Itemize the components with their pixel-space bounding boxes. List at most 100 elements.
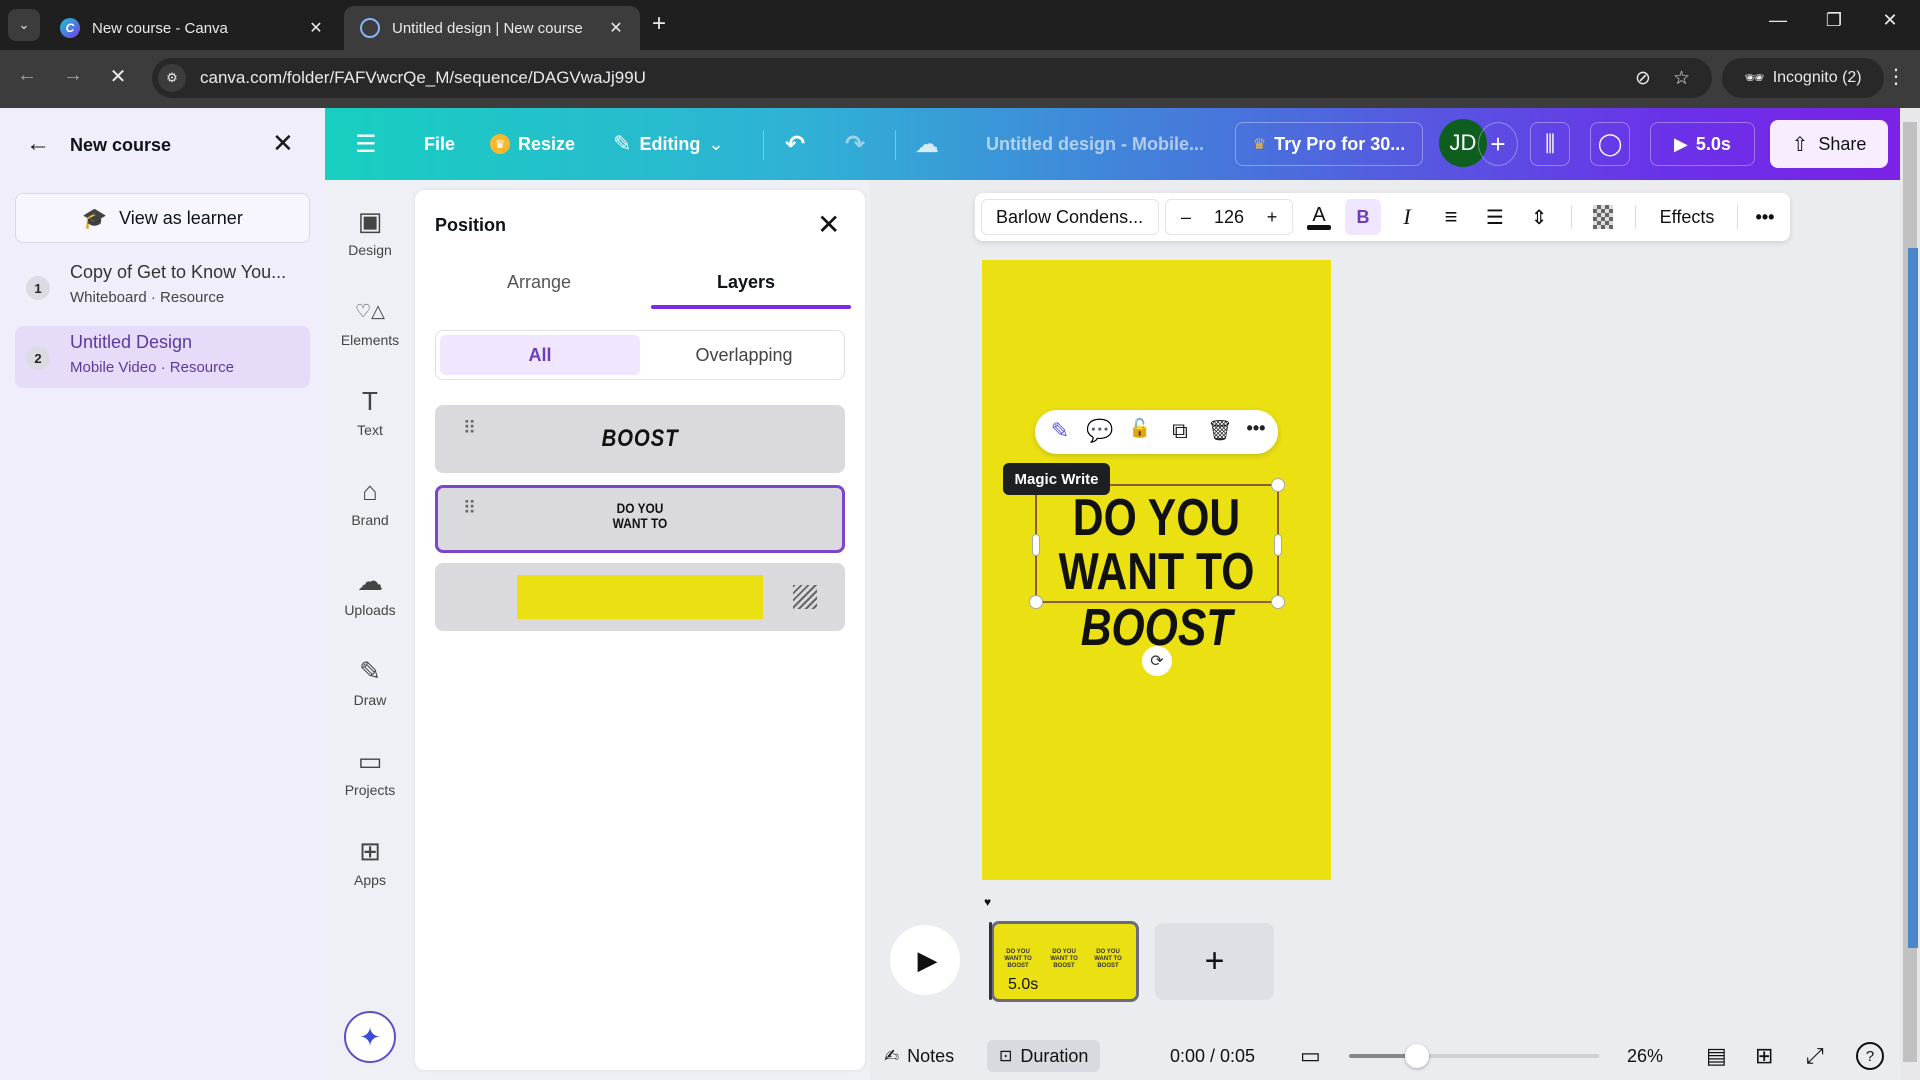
- text-color-button[interactable]: A: [1301, 199, 1337, 235]
- grid-view-icon[interactable]: ⊞: [1755, 1040, 1773, 1072]
- browser-tab-new-course[interactable]: C New course - Canva ✕: [44, 6, 340, 50]
- resize-handle[interactable]: [1271, 478, 1285, 492]
- notes-button[interactable]: ✍ Notes: [884, 1040, 954, 1072]
- font-size-input[interactable]: 126: [1204, 207, 1254, 228]
- browser-tab-untitled-design[interactable]: Untitled design | New course ✕: [344, 6, 640, 50]
- cloud-saved-icon[interactable]: ☁: [915, 122, 939, 166]
- eye-off-icon[interactable]: ⊘: [1635, 67, 1651, 90]
- rail-item-uploads[interactable]: ☁ Uploads: [325, 564, 415, 646]
- try-pro-button[interactable]: ♛ Try Pro for 30...: [1235, 122, 1423, 166]
- layer-item-background[interactable]: [435, 563, 845, 631]
- trash-icon[interactable]: 🗑: [1205, 418, 1235, 443]
- minimize-button[interactable]: —: [1758, 10, 1798, 31]
- rail-item-brand[interactable]: ⌂ Brand: [325, 474, 415, 556]
- bookmark-star-icon[interactable]: ☆: [1673, 67, 1690, 90]
- stop-loading-icon[interactable]: ✕: [103, 64, 133, 89]
- pages-view-icon[interactable]: ▤: [1706, 1040, 1727, 1072]
- increase-size-button[interactable]: +: [1254, 207, 1290, 228]
- resize-handle-side[interactable]: [1274, 534, 1282, 556]
- scrollbar-thumb[interactable]: [1908, 248, 1918, 948]
- rail-item-design[interactable]: ▣ Design: [325, 204, 415, 286]
- duration-button[interactable]: ⊡ Duration: [987, 1040, 1101, 1072]
- zoom-slider-handle[interactable]: [1404, 1044, 1429, 1068]
- filter-all[interactable]: All: [440, 335, 640, 375]
- menu-icon[interactable]: ☰: [355, 122, 377, 166]
- file-menu-button[interactable]: File: [424, 122, 455, 166]
- list-icon[interactable]: ☰: [1477, 199, 1513, 235]
- course-item[interactable]: 1 Copy of Get to Know You... Whiteboard …: [15, 256, 310, 318]
- address-bar[interactable]: ⚙ canva.com/folder/FAFVwcrQe_M/sequence/…: [152, 58, 1712, 98]
- playhead[interactable]: [989, 922, 992, 1000]
- layer-item-boost[interactable]: ⠿ BOOST: [435, 405, 845, 473]
- close-icon[interactable]: ✕: [817, 208, 840, 241]
- restore-button[interactable]: ❐: [1814, 10, 1854, 31]
- close-tab-icon[interactable]: ✕: [604, 18, 628, 38]
- invite-button[interactable]: +: [1478, 122, 1518, 166]
- rotate-handle[interactable]: ⟳: [1142, 646, 1172, 676]
- spacing-icon[interactable]: ⇕: [1521, 199, 1557, 235]
- url-text[interactable]: canva.com/folder/FAFVwcrQe_M/sequence/DA…: [200, 68, 1635, 88]
- zoom-slider[interactable]: [1349, 1044, 1599, 1068]
- view-as-learner-button[interactable]: 🎓 View as learner: [15, 193, 310, 243]
- rail-item-draw[interactable]: ✎ Draw: [325, 654, 415, 736]
- close-icon[interactable]: ✕: [272, 128, 294, 159]
- filter-overlapping[interactable]: Overlapping: [646, 335, 842, 375]
- forward-arrow-icon[interactable]: →: [58, 64, 88, 87]
- chevron-down-icon: ⌄: [708, 133, 724, 154]
- resize-handle-side[interactable]: [1032, 534, 1040, 556]
- resize-handle[interactable]: [1271, 595, 1285, 609]
- help-icon[interactable]: ?: [1856, 1042, 1884, 1070]
- magic-write-icon[interactable]: ✎: [1045, 418, 1075, 444]
- design-title[interactable]: Untitled design - Mobile...: [986, 122, 1204, 166]
- align-center-icon[interactable]: ≡: [1433, 199, 1469, 235]
- tab-arrange[interactable]: Arrange: [507, 272, 571, 293]
- page-scrollbar[interactable]: [1900, 108, 1920, 1080]
- rail-label: Apps: [354, 872, 386, 888]
- add-comment-icon[interactable]: 💬: [1085, 418, 1115, 444]
- font-family-dropdown[interactable]: Barlow Condens...: [981, 199, 1159, 235]
- present-button[interactable]: ▶ 5.0s: [1650, 122, 1755, 166]
- rail-item-apps[interactable]: ⊞ Apps: [325, 834, 415, 916]
- undo-button[interactable]: ↶: [785, 122, 805, 166]
- decrease-size-button[interactable]: –: [1168, 207, 1204, 228]
- resize-handle[interactable]: [1029, 595, 1043, 609]
- play-button[interactable]: ▶: [890, 925, 960, 995]
- site-info-icon[interactable]: ⚙: [158, 64, 186, 92]
- more-options-button[interactable]: •••: [1745, 199, 1785, 235]
- zoom-percent[interactable]: 26%: [1627, 1040, 1663, 1072]
- duplicate-icon[interactable]: ⧉: [1165, 418, 1195, 444]
- rail-item-projects[interactable]: ▭ Projects: [325, 744, 415, 826]
- timeline-clip[interactable]: DO YOU WANT TO BOOST DO YOU WANT TO BOOST DO…: [991, 921, 1139, 1002]
- fullscreen-icon[interactable]: ⤢: [1806, 1040, 1824, 1072]
- rail-item-text[interactable]: T Text: [325, 384, 415, 466]
- effects-button[interactable]: Effects: [1647, 199, 1727, 235]
- back-arrow-icon[interactable]: ←: [26, 130, 50, 158]
- redo-button[interactable]: ↷: [845, 122, 865, 166]
- new-tab-button[interactable]: +: [652, 12, 666, 36]
- tab-search-button[interactable]: ⌄: [8, 9, 40, 41]
- transparency-button[interactable]: [1585, 199, 1621, 235]
- insights-button[interactable]: ⫼: [1530, 122, 1570, 166]
- browser-menu-icon[interactable]: ⋮: [1886, 64, 1906, 89]
- more-icon[interactable]: •••: [1241, 418, 1271, 439]
- timeline-view-icon[interactable]: ▭: [1300, 1040, 1321, 1072]
- unlock-icon[interactable]: 🔓: [1125, 418, 1155, 439]
- italic-button[interactable]: I: [1389, 199, 1425, 235]
- back-arrow-icon[interactable]: ←: [12, 64, 42, 87]
- bold-button[interactable]: B: [1345, 199, 1381, 235]
- close-tab-icon[interactable]: ✕: [304, 18, 328, 38]
- rail-item-elements[interactable]: ♡△ Elements: [325, 294, 415, 376]
- magic-assistant-button[interactable]: ✦: [344, 1011, 396, 1063]
- course-item-active[interactable]: 2 Untitled Design Mobile Video · Resourc…: [15, 326, 310, 388]
- share-button[interactable]: ⇧ Share: [1770, 120, 1888, 168]
- resize-button[interactable]: ♛ Resize: [490, 122, 575, 166]
- close-window-button[interactable]: ✕: [1870, 10, 1910, 31]
- playhead-marker-icon[interactable]: ♥: [984, 895, 991, 909]
- position-panel: Position ✕ Arrange Layers All Overlappin…: [415, 190, 865, 1070]
- comments-button[interactable]: ◯: [1590, 122, 1630, 166]
- incognito-badge[interactable]: 🕶 Incognito (2): [1722, 58, 1884, 98]
- layer-item-do-you-want-to[interactable]: ⠿ DO YOU WANT TO: [435, 485, 845, 553]
- editing-mode-dropdown[interactable]: ✎ Editing ⌄: [613, 122, 724, 166]
- add-page-button[interactable]: +: [1155, 923, 1274, 1000]
- tab-layers[interactable]: Layers: [717, 272, 775, 293]
